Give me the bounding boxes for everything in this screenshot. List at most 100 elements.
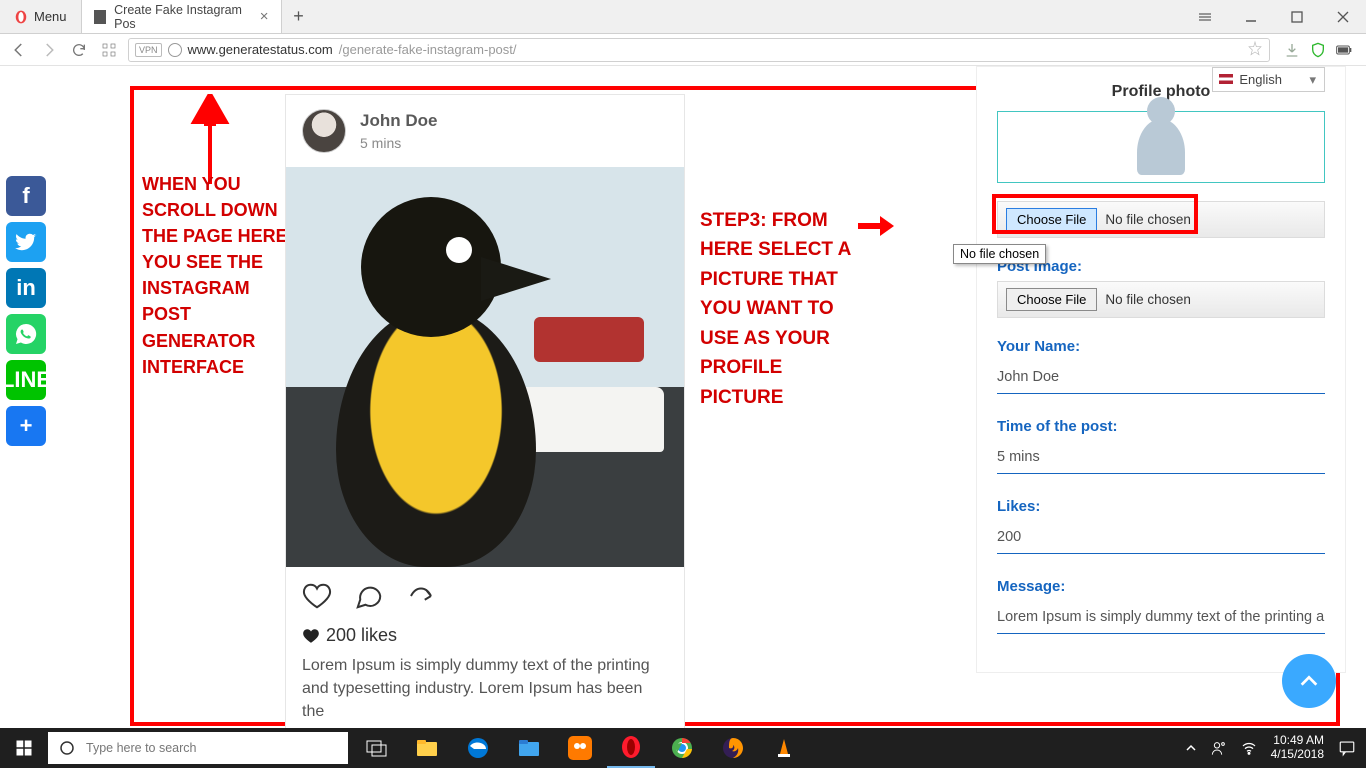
chevron-up-icon	[1298, 670, 1320, 692]
new-tab-button[interactable]: +	[282, 0, 316, 33]
taskbar-systray: 10:49 AM 4/15/2018	[1175, 734, 1366, 762]
speed-dial-button[interactable]	[98, 39, 120, 61]
taskbar-chrome[interactable]	[658, 728, 706, 768]
address-bar: VPN www.generatestatus.com/generate-fake…	[0, 34, 1366, 66]
ig-caption: Lorem Ipsum is simply dummy text of the …	[286, 654, 684, 740]
clock-date: 4/15/2018	[1271, 748, 1324, 762]
forward-button[interactable]	[38, 39, 60, 61]
reload-button[interactable]	[68, 39, 90, 61]
ig-username: John Doe	[360, 111, 437, 131]
start-button[interactable]	[0, 739, 48, 757]
taskbar-search[interactable]: Type here to search	[48, 732, 348, 764]
back-button[interactable]	[8, 39, 30, 61]
annotation-left-text: WHEN YOU SCROLL DOWN THE PAGE HERE YOU S…	[142, 171, 292, 380]
browser-tab[interactable]: Create Fake Instagram Pos ×	[82, 0, 282, 33]
ig-time: 5 mins	[360, 135, 437, 151]
globe-icon	[168, 43, 182, 57]
language-selector[interactable]: English	[1212, 67, 1325, 92]
window-close[interactable]	[1320, 0, 1366, 33]
people-icon[interactable]	[1211, 740, 1227, 756]
taskbar-file-explorer[interactable]	[505, 728, 553, 768]
share-twitter[interactable]	[6, 222, 46, 262]
windows-taskbar: Type here to search 10:49 AM 4/15/2018	[0, 728, 1366, 768]
download-icon[interactable]	[1284, 42, 1300, 58]
ig-actions	[286, 567, 684, 625]
adblock-shield-icon[interactable]	[1310, 42, 1326, 58]
heart-icon[interactable]	[302, 581, 332, 611]
taskbar-clock[interactable]: 10:49 AM 4/15/2018	[1271, 734, 1324, 762]
ig-header: John Doe 5 mins	[286, 95, 684, 167]
annotation-right-text: STEP3: FROM HERE SELECT A PICTURE THAT Y…	[700, 206, 860, 412]
ig-avatar	[302, 109, 346, 153]
file-tooltip: No file chosen	[953, 244, 1046, 264]
profile-file-status: No file chosen	[1105, 212, 1191, 227]
your-name-input[interactable]	[997, 361, 1325, 394]
heart-filled-icon	[302, 627, 320, 645]
window-maximize[interactable]	[1274, 0, 1320, 33]
battery-saver-icon[interactable]	[1336, 42, 1352, 58]
message-label: Message:	[997, 578, 1325, 595]
page-content: f in LINE + WHEN YOU SCROLL DOWN THE PAG…	[0, 66, 1366, 728]
comment-icon[interactable]	[354, 581, 384, 611]
vpn-badge[interactable]: VPN	[135, 43, 162, 57]
likes-input[interactable]	[997, 521, 1325, 554]
silhouette-icon	[1137, 119, 1185, 175]
tab-title: Create Fake Instagram Pos	[114, 3, 252, 31]
systray-chevron-up-icon[interactable]	[1185, 742, 1197, 754]
opera-icon	[14, 10, 28, 24]
window-minimize[interactable]	[1228, 0, 1274, 33]
taskbar-apps	[352, 728, 808, 768]
scroll-to-top-button[interactable]	[1282, 654, 1336, 708]
action-center-icon[interactable]	[1338, 739, 1356, 757]
share-more[interactable]: +	[6, 406, 46, 446]
likes-label: Likes:	[997, 498, 1325, 515]
ig-likes: 200 likes	[286, 625, 684, 654]
share-line[interactable]: LINE	[6, 360, 46, 400]
url-box[interactable]: VPN www.generatestatus.com/generate-fake…	[128, 38, 1270, 62]
menu-label: Menu	[34, 9, 67, 24]
language-label: English	[1239, 72, 1282, 87]
window-tabs-icon[interactable]	[1182, 0, 1228, 33]
share-whatsapp[interactable]	[6, 314, 46, 354]
message-input[interactable]	[997, 601, 1325, 634]
share-icon[interactable]	[406, 581, 436, 611]
tab-close-icon[interactable]: ×	[260, 8, 269, 25]
post-file-status: No file chosen	[1105, 292, 1191, 307]
opera-menu-button[interactable]: Menu	[0, 0, 82, 33]
time-input[interactable]	[997, 441, 1325, 474]
ig-post-image	[286, 167, 684, 567]
share-facebook[interactable]: f	[6, 176, 46, 216]
taskbar-opera[interactable]	[607, 728, 655, 768]
penguin-figure	[306, 187, 566, 567]
annotation-arrow-right	[858, 214, 894, 243]
profile-photo-preview	[997, 111, 1325, 183]
task-view-button[interactable]	[352, 728, 400, 768]
time-label: Time of the post:	[997, 418, 1325, 435]
generator-form: English Profile photo Choose File No fil…	[976, 66, 1346, 673]
share-linkedin[interactable]: in	[6, 268, 46, 308]
profile-choose-file-button[interactable]: Choose File	[1006, 208, 1097, 231]
profile-photo-file-row: Choose File No file chosen	[997, 201, 1325, 238]
clock-time: 10:49 AM	[1271, 734, 1324, 748]
tab-favicon	[94, 10, 107, 24]
wifi-icon[interactable]	[1241, 740, 1257, 756]
url-path: /generate-fake-instagram-post/	[339, 42, 517, 57]
taskbar-vlc[interactable]	[760, 728, 808, 768]
ig-likes-text: 200 likes	[326, 625, 397, 646]
toolbar-right	[1278, 42, 1358, 58]
bookmark-icon[interactable]	[1247, 40, 1263, 59]
browser-titlebar: Menu Create Fake Instagram Pos × +	[0, 0, 1366, 34]
search-placeholder: Type here to search	[86, 741, 196, 755]
taskbar-uc[interactable]	[556, 728, 604, 768]
social-share-bar: f in LINE +	[6, 176, 48, 446]
cortana-icon	[58, 739, 76, 757]
taskbar-edge[interactable]	[454, 728, 502, 768]
post-image-file-row: Choose File No file chosen	[997, 281, 1325, 318]
instagram-preview: John Doe 5 mins 200 likes Lorem Ips	[285, 94, 685, 741]
window-controls	[1182, 0, 1366, 33]
taskbar-firefox[interactable]	[709, 728, 757, 768]
post-choose-file-button[interactable]: Choose File	[1006, 288, 1097, 311]
url-domain: www.generatestatus.com	[188, 42, 333, 57]
page-body: WHEN YOU SCROLL DOWN THE PAGE HERE YOU S…	[130, 66, 1366, 728]
taskbar-explorer[interactable]	[403, 728, 451, 768]
